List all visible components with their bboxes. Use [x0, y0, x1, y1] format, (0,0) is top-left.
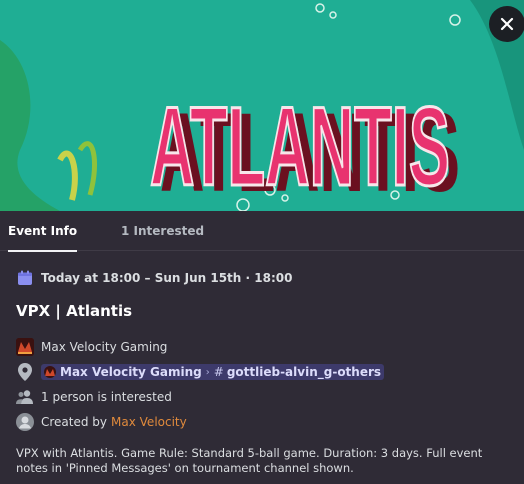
banner-art-text: ATLANTIS: [150, 84, 450, 209]
location-pin-icon: [16, 363, 34, 381]
tab-event-info[interactable]: Event Info: [8, 211, 78, 252]
creator-name-link[interactable]: Max Velocity: [111, 415, 187, 429]
event-creator: Created by Max Velocity: [16, 413, 187, 431]
channel-link[interactable]: Max Velocity Gaming › # gottlieb-alvin_g…: [41, 364, 385, 380]
people-icon: [16, 388, 34, 406]
event-interested-count: 1 person is interested: [16, 388, 172, 406]
breadcrumb-separator: ›: [205, 366, 210, 378]
event-tabs: Event Info 1 Interested: [0, 211, 524, 252]
calendar-icon: [16, 269, 34, 287]
creator-avatar: [16, 413, 34, 431]
event-location: Max Velocity Gaming › # gottlieb-alvin_g…: [16, 363, 385, 381]
event-description: VPX with Atlantis. Game Rule: Standard 5…: [16, 446, 483, 475]
server-mini-avatar: [44, 366, 56, 378]
created-by-label: Created by: [41, 415, 108, 429]
close-button[interactable]: [489, 6, 524, 42]
close-icon: [500, 17, 514, 31]
host-name: Max Velocity Gaming: [41, 340, 168, 354]
event-title: VPX | Atlantis: [16, 302, 133, 320]
event-host: Max Velocity Gaming: [16, 338, 167, 356]
event-datetime-text: Today at 18:00 – Sun Jun 15th · 18:00: [41, 271, 293, 285]
channel-hash-icon: #: [213, 365, 224, 379]
interested-text: 1 person is interested: [41, 390, 172, 404]
event-banner-image: ATLANTIS ATLANTIS: [0, 0, 524, 211]
tab-interested[interactable]: 1 Interested: [121, 211, 204, 251]
location-server: Max Velocity Gaming: [60, 365, 202, 379]
location-channel: gottlieb-alvin_g-others: [226, 365, 382, 379]
event-datetime: Today at 18:00 – Sun Jun 15th · 18:00: [16, 269, 292, 287]
server-avatar: [16, 338, 34, 356]
